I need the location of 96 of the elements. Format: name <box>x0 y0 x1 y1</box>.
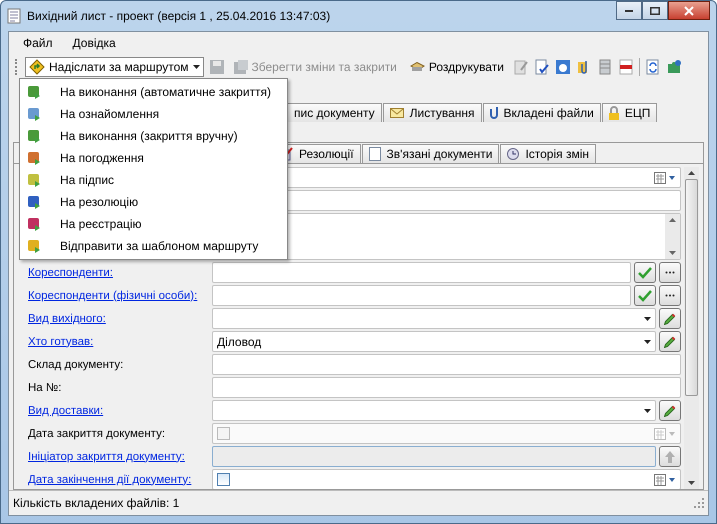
menu-item[interactable]: На ознайомлення <box>20 103 287 125</box>
resize-grip-icon[interactable] <box>694 498 704 508</box>
calendar-icon[interactable] <box>654 474 676 486</box>
menu-item[interactable]: На реєстрацію <box>20 213 287 235</box>
route-icon <box>26 84 42 100</box>
scroll-down-icon[interactable] <box>669 251 676 255</box>
pencil-icon <box>664 312 676 324</box>
date-field[interactable] <box>212 469 681 489</box>
calendar-icon[interactable] <box>654 172 676 184</box>
tab[interactable]: Зв'язані документи <box>362 144 500 163</box>
caret-icon <box>644 408 651 412</box>
menu-item[interactable]: Відправити за шаблоном маршруту <box>20 235 287 257</box>
browse-button[interactable] <box>659 262 681 283</box>
route-icon <box>26 238 42 254</box>
scroll-up-icon[interactable] <box>688 171 695 175</box>
clock-icon <box>507 148 520 160</box>
route-icon <box>26 194 42 210</box>
menu-item[interactable]: На виконання (закриття вручну) <box>20 125 287 147</box>
route-icon <box>26 216 42 232</box>
pencil-icon <box>664 336 676 348</box>
text-field[interactable] <box>212 377 681 398</box>
print-button[interactable]: Роздрукувати <box>406 58 508 76</box>
stack-icon[interactable] <box>596 59 613 75</box>
envelope-icon <box>390 108 404 118</box>
check-icon <box>638 266 652 278</box>
menu-item[interactable]: На виконання (автоматичне закриття) <box>20 81 287 103</box>
status-text: Кількість вкладених файлів: 1 <box>13 496 180 510</box>
pencil-button[interactable] <box>659 400 681 421</box>
menu-item[interactable]: Файл <box>23 36 53 50</box>
tab[interactable]: пис документу <box>287 103 382 122</box>
check-button[interactable] <box>634 285 656 306</box>
save-icon <box>234 60 248 74</box>
route-icon <box>26 150 42 166</box>
scroll-up-icon[interactable] <box>669 218 676 222</box>
field-label: На №: <box>28 382 62 394</box>
caret-icon <box>644 340 651 344</box>
close-icon <box>684 6 694 16</box>
refresh-document-icon[interactable] <box>644 59 661 75</box>
pdf-icon[interactable] <box>618 59 634 75</box>
lock-icon <box>608 106 619 120</box>
dropdown-field[interactable] <box>212 400 656 421</box>
text-field[interactable] <box>212 262 631 283</box>
check-button[interactable] <box>634 262 656 283</box>
field-label-link[interactable]: Дата закінчення дії документу: <box>28 474 212 486</box>
caret-icon <box>192 65 200 69</box>
pencil-icon <box>664 404 676 416</box>
scroll-down-icon[interactable] <box>688 481 695 485</box>
menu-item[interactable]: Довідка <box>72 36 116 50</box>
document-icon <box>7 8 21 24</box>
tab[interactable]: ЕЦП <box>602 103 658 122</box>
field-label-link[interactable]: Кореспонденти (фізичні особи): <box>28 290 212 302</box>
route-icon <box>26 106 42 122</box>
document-check-icon[interactable] <box>534 59 550 75</box>
field-label-link[interactable]: Вид доставки: <box>28 404 212 416</box>
scrollbar[interactable] <box>684 167 699 489</box>
text-field[interactable] <box>212 354 681 375</box>
printer-icon <box>410 62 425 72</box>
ellipsis-icon <box>665 294 675 297</box>
check-icon <box>638 290 652 302</box>
menu-item[interactable]: На резолюцію <box>20 191 287 213</box>
tab[interactable]: Листування <box>382 103 482 122</box>
ellipsis-icon <box>665 271 675 274</box>
route-icon <box>26 172 42 188</box>
maximize-button[interactable] <box>642 1 668 20</box>
up-arrow-icon <box>665 450 675 462</box>
field-label-link[interactable]: Хто готував: <box>28 336 212 348</box>
caret-icon <box>644 316 651 320</box>
tab[interactable]: Історія змін <box>500 144 596 163</box>
route-sign-icon <box>29 59 45 75</box>
edit-icon[interactable] <box>512 59 529 75</box>
field-label-link[interactable]: Кореспонденти: <box>28 266 212 278</box>
tab[interactable]: Вкладені файли <box>482 103 601 122</box>
browse-button[interactable] <box>659 285 681 306</box>
up-arrow-button[interactable] <box>659 446 681 467</box>
scrollbar[interactable] <box>665 214 680 259</box>
dropdown-field[interactable]: Діловод <box>212 331 656 352</box>
checkbox[interactable] <box>217 473 230 486</box>
send-by-route-button[interactable]: Надіслати за маршрутом <box>25 57 204 77</box>
route-icon <box>26 128 42 144</box>
window-icon[interactable] <box>554 59 571 75</box>
field-label-link[interactable]: Вид вихідного: <box>28 312 212 324</box>
text-field[interactable] <box>212 285 631 306</box>
minimize-button[interactable] <box>616 1 642 20</box>
document-icon <box>368 147 381 161</box>
close-button[interactable] <box>668 1 710 20</box>
pencil-button[interactable] <box>659 308 681 329</box>
minimize-icon <box>625 10 633 12</box>
maximize-icon <box>650 6 660 14</box>
pencil-button[interactable] <box>659 331 681 352</box>
field-label-link[interactable]: Ініціатор закриття документу: <box>28 450 212 462</box>
window-title: Вихідний лист - проект (версія 1 , 25.04.2016 13:47:03) <box>27 9 330 23</box>
menu-item[interactable]: На підпис <box>20 169 287 191</box>
field-label: Дата закриття документу: <box>28 428 166 440</box>
dropdown-field[interactable] <box>212 308 656 329</box>
paperclip-icon <box>490 107 498 119</box>
field-label: Склад документу: <box>28 358 124 370</box>
